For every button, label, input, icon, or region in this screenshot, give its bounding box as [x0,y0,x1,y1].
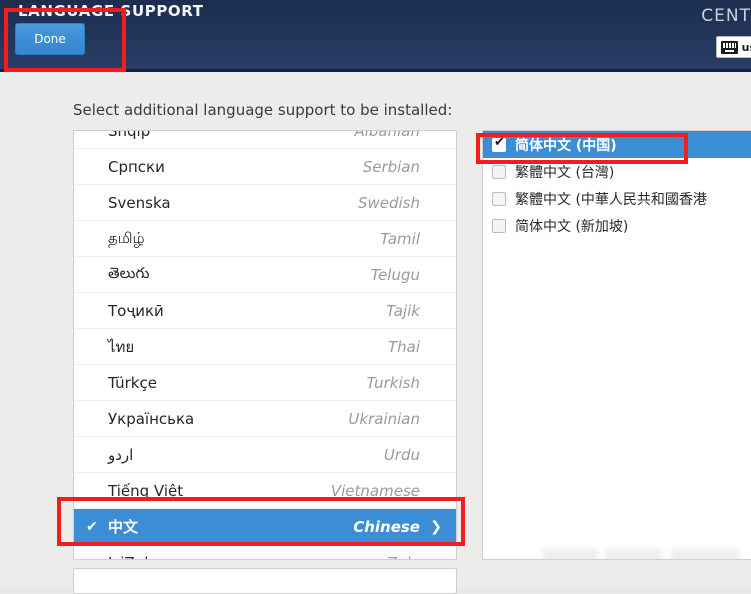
language-row[interactable]: ✔తెలుగుTelugu❯ [74,257,456,293]
locale-row[interactable]: 繁體中文 (台灣) [483,158,751,185]
language-english-name: Chinese [353,517,420,536]
language-row[interactable]: ✔TürkçeTurkish❯ [74,365,456,401]
language-english-name: Albanian [354,130,420,140]
language-row[interactable]: ✔ТоҷикӣTajik❯ [74,293,456,329]
language-english-name: Ukrainian [348,409,420,428]
locale-checkbox[interactable] [492,191,506,206]
locale-label: 繁體中文 (中華人民共和國香港 [515,191,707,208]
done-button-label: Done [34,32,66,46]
window-header: LANGUAGE SUPPORT CENT Done us [0,0,751,72]
language-native-name: IsiZulu [108,554,158,560]
locale-row[interactable]: 简体中文 (新加坡) [483,212,751,239]
language-row[interactable]: ✔СрпскиSerbian❯ [74,149,456,185]
language-english-name: Urdu [383,445,420,464]
language-row[interactable]: ✔SvenskaSwedish❯ [74,185,456,221]
language-english-name: Telugu [370,265,420,284]
language-native-name: Українська [108,409,195,428]
locale-checkbox[interactable] [492,164,506,179]
language-native-name: తెలుగు [108,263,150,282]
language-row[interactable]: ✔தமிழ்Tamil❯ [74,221,456,257]
language-english-name: Turkish [366,373,420,392]
locale-label: 繁體中文 (台灣) [515,164,615,181]
language-row[interactable]: ✔اردوUrdu❯ [74,437,456,473]
language-english-name: Tajik [386,301,420,320]
language-native-name: Тоҷикӣ [108,301,164,320]
language-list-panel[interactable]: ✔ShqipAlbanian❯✔СрпскиSerbian❯✔SvenskaSw… [73,130,457,560]
keyboard-layout-label: us [741,40,751,54]
language-english-name: Zulu [387,554,420,560]
blurred-watermark [543,549,751,559]
language-native-name: Shqip [108,130,151,140]
locale-list: 简体中文 (中国) 繁體中文 (台灣) 繁體中文 (中華人民共和國香港简体中文 (新… [483,131,751,239]
language-native-name: Српски [108,157,165,176]
language-english-name: Swedish [357,193,420,212]
language-row[interactable]: ✔ 中文 Chinese ❯ [74,509,456,545]
locale-checkbox[interactable] [492,218,506,233]
locale-label: 简体中文 (新加坡) [515,218,629,235]
language-list-scroller: ✔ShqipAlbanian❯✔СрпскиSerbian❯✔SvenskaSw… [74,130,456,560]
language-native-name: Türkçe [108,373,157,392]
chevron-right-icon: ❯ [430,518,442,535]
language-native-name: 中文 [108,518,139,536]
language-row[interactable]: ✔УкраїнськаUkrainian❯ [74,401,456,437]
locale-label: 简体中文 (中国) [515,137,617,154]
language-search-input[interactable] [73,568,457,594]
locale-list-panel[interactable]: 简体中文 (中国) 繁體中文 (台灣) 繁體中文 (中華人民共和國香港简体中文 (新… [482,130,751,560]
language-native-name: Tiếng Việt [108,481,184,500]
language-row[interactable]: ✔Tiếng ViệtVietnamese❯ [74,473,456,509]
language-native-name: Svenska [108,193,171,212]
language-english-name: Thai [387,337,420,356]
check-icon: ✔ [86,518,98,535]
language-row[interactable]: ✔ไทยThai❯ [74,329,456,365]
language-english-name: Tamil [380,229,420,248]
keyboard-layout-indicator[interactable]: us [715,36,751,58]
main-content: Select additional language support to be… [0,72,751,594]
locale-row[interactable]: 简体中文 (中国) [483,131,751,158]
language-native-name: ไทย [108,337,135,356]
language-row[interactable]: ✔IsiZuluZulu❯ [74,545,456,560]
language-english-name: Serbian [362,157,420,176]
done-button[interactable]: Done [15,23,85,55]
locale-row[interactable]: 繁體中文 (中華人民共和國香港 [483,185,751,212]
locale-checkbox[interactable] [492,136,506,152]
language-english-name: Vietnamese [330,481,420,500]
page-title: LANGUAGE SUPPORT [18,2,204,20]
language-native-name: தமிழ் [108,228,145,247]
language-native-name: اردو [108,445,134,464]
instruction-text: Select additional language support to be… [73,101,453,119]
keyboard-icon [720,40,738,54]
language-row[interactable]: ✔ShqipAlbanian❯ [74,130,456,149]
distro-brand-label: CENT [701,6,751,26]
